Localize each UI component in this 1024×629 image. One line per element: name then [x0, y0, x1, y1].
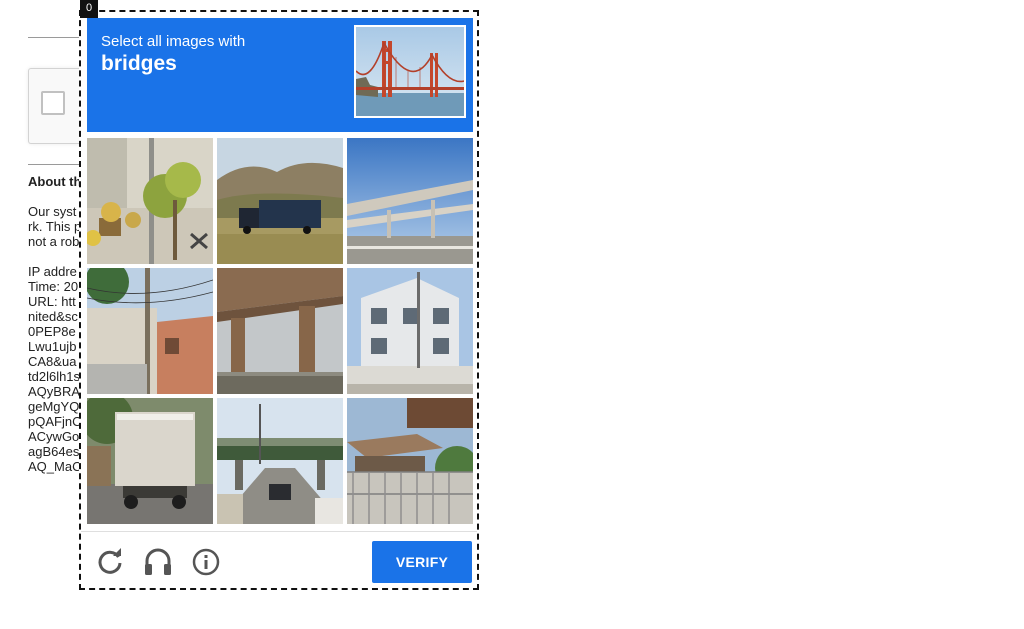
image-tile[interactable] [347, 398, 473, 524]
detail-line: URL: htt [28, 294, 76, 309]
image-grid [87, 138, 473, 524]
detail-line: AQ_MaC [28, 459, 82, 474]
top-divider [28, 37, 80, 38]
image-tile[interactable] [347, 268, 473, 394]
detail-line: IP addre [28, 264, 77, 279]
challenge-prompt: Select all images with [101, 33, 246, 50]
image-tile[interactable] [87, 138, 213, 264]
headphones-icon[interactable] [142, 546, 174, 578]
detail-line: CA8&ua [28, 354, 77, 369]
info-icon[interactable] [190, 546, 222, 578]
verify-button[interactable]: VERIFY [372, 541, 472, 583]
detail-line: pQAFjnC [28, 414, 82, 429]
sample-image [354, 25, 466, 118]
challenge-keyword: bridges [101, 52, 177, 75]
about-line: Our syst [28, 204, 77, 219]
detail-line: td2l6lh1s [28, 369, 81, 384]
image-tile[interactable] [87, 268, 213, 394]
about-line: rk. This p [28, 219, 82, 234]
detail-line: ACywGo [28, 429, 80, 444]
recaptcha-checkbox[interactable] [41, 91, 65, 115]
frame-index-tag: 0 [80, 0, 98, 18]
detail-line: Lwu1ujb [28, 339, 77, 354]
about-heading: About th [28, 174, 82, 189]
detail-line: Time: 20 [28, 279, 79, 294]
image-tile[interactable] [87, 398, 213, 524]
detail-line: agB64es [28, 444, 80, 459]
challenge-header: Select all images with bridges [87, 18, 473, 132]
about-line: not a rob [28, 234, 80, 249]
detail-line: geMgYQ [28, 399, 80, 414]
image-tile[interactable] [347, 138, 473, 264]
image-tile[interactable] [217, 398, 343, 524]
detail-line: 0PEP8e [28, 324, 76, 339]
detail-line: AQyBRA [28, 384, 81, 399]
image-tile[interactable] [217, 138, 343, 264]
middle-divider [28, 164, 80, 165]
footer-divider [81, 531, 477, 532]
image-tile[interactable] [217, 268, 343, 394]
reload-icon[interactable] [94, 546, 126, 578]
detail-line: nited&sc [28, 309, 78, 324]
